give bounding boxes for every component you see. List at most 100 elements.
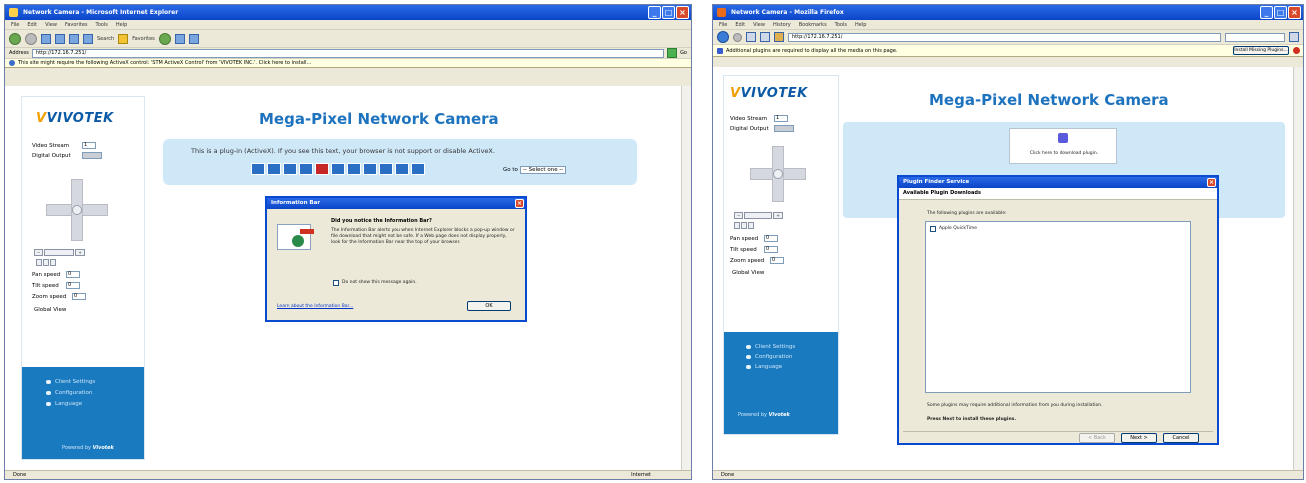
ff-menu-file[interactable]: File — [719, 20, 727, 29]
ff-language-link[interactable]: Language — [746, 364, 782, 370]
pause-icon[interactable] — [283, 163, 297, 175]
ff-forward-icon[interactable] — [733, 32, 742, 42]
pan-button[interactable] — [36, 259, 42, 266]
ff-pan-speed-select[interactable]: 0 — [764, 235, 778, 242]
go-label[interactable]: Go — [680, 50, 687, 56]
back-icon[interactable] — [9, 32, 21, 45]
ok-button[interactable]: OK — [467, 301, 511, 311]
tilt-speed-select[interactable]: 0 — [66, 282, 80, 289]
stop-button[interactable] — [43, 259, 49, 266]
menu-view[interactable]: View — [45, 20, 57, 29]
ff-vertical-scrollbar[interactable] — [1293, 67, 1303, 470]
stop-icon[interactable] — [41, 33, 51, 44]
ff-menu-view[interactable]: View — [753, 20, 765, 29]
talk-icon[interactable] — [363, 163, 377, 175]
snapshot-icon[interactable] — [251, 163, 265, 175]
ff-minimize-button[interactable]: _ — [1260, 6, 1273, 19]
ptz-home-button[interactable] — [72, 205, 82, 215]
ie-vertical-scrollbar[interactable] — [681, 86, 691, 470]
pan-speed-select[interactable]: 0 — [66, 271, 80, 278]
plugin-download-icon[interactable] — [1058, 133, 1068, 143]
ff-zoom-in-button[interactable]: + — [773, 212, 783, 219]
ptz-direction-pad[interactable] — [46, 179, 108, 241]
digital-output-toggle[interactable] — [82, 152, 102, 159]
close-button[interactable]: × — [676, 6, 689, 19]
ff-patrol-button[interactable] — [748, 222, 754, 229]
stop-icon[interactable] — [299, 163, 313, 175]
ff-digital-output-toggle[interactable] — [774, 125, 794, 132]
ff-stop-button[interactable] — [741, 222, 747, 229]
maximize-button[interactable]: □ — [662, 6, 675, 19]
ff-search-input[interactable] — [1225, 32, 1285, 42]
ff-stop-icon[interactable] — [760, 32, 770, 42]
information-bar[interactable]: This site might require the following Ac… — [5, 59, 691, 68]
ff-reload-icon[interactable] — [746, 32, 756, 42]
zoom-label-button[interactable] — [44, 249, 75, 256]
fullscreen-icon[interactable] — [395, 163, 409, 175]
dialog-close-button[interactable]: × — [515, 199, 524, 208]
forward-icon[interactable] — [25, 32, 37, 45]
search-label[interactable]: Search — [97, 36, 114, 42]
ff-global-view-link[interactable]: Global View — [732, 270, 764, 276]
client-settings-link[interactable]: Client Settings — [46, 379, 95, 385]
ff-zoom-label-button[interactable] — [744, 212, 773, 219]
menu-tools[interactable]: Tools — [96, 20, 108, 29]
ff-zoom-out-button[interactable]: − — [734, 212, 744, 219]
back-button[interactable]: < Back — [1079, 433, 1115, 443]
ff-menu-tools[interactable]: Tools — [835, 20, 847, 29]
menu-help[interactable]: Help — [116, 20, 127, 29]
go-icon[interactable] — [667, 48, 678, 58]
ff-close-button[interactable]: × — [1288, 6, 1301, 19]
ff-pan-button[interactable] — [734, 222, 740, 229]
patrol-button[interactable] — [50, 259, 56, 266]
goto-select[interactable]: -- Select one -- — [519, 166, 567, 174]
ff-configuration-link[interactable]: Configuration — [746, 354, 792, 360]
ff-menu-edit[interactable]: Edit — [735, 20, 745, 29]
learn-more-link[interactable]: Learn about the Information Bar... — [277, 304, 353, 309]
video-stream-select[interactable]: 1 — [82, 142, 96, 149]
ff-menu-bookmarks[interactable]: Bookmarks — [799, 20, 827, 29]
ff-ptz-direction-pad[interactable] — [750, 146, 806, 202]
apple-quicktime-checkbox[interactable] — [930, 226, 936, 232]
mute-icon[interactable] — [347, 163, 361, 175]
ff-zoom-speed-select[interactable]: 0 — [770, 257, 784, 264]
do-not-show-checkbox[interactable] — [333, 280, 339, 286]
ff-address-input[interactable]: http://172.16.7.251/ — [788, 32, 1221, 42]
favorites-icon[interactable] — [118, 33, 129, 44]
ff-video-stream-select[interactable]: 1 — [774, 115, 788, 122]
mail-icon[interactable] — [174, 33, 185, 44]
pfs-close-button[interactable]: × — [1207, 178, 1216, 187]
menu-file[interactable]: File — [11, 20, 19, 29]
zoom-out-button[interactable]: − — [34, 249, 44, 256]
next-button[interactable]: Next > — [1121, 433, 1157, 443]
ff-maximize-button[interactable]: □ — [1274, 6, 1287, 19]
language-link[interactable]: Language — [46, 401, 82, 407]
favorites-label[interactable]: Favorites — [132, 36, 155, 42]
download-plugin-box[interactable]: Click here to download plugin. — [1009, 128, 1117, 164]
print-icon[interactable] — [188, 33, 199, 44]
ff-ptz-home-button[interactable] — [773, 169, 783, 179]
zoom-icon[interactable] — [267, 163, 281, 175]
cancel-button[interactable]: Cancel — [1163, 433, 1199, 443]
ff-back-icon[interactable] — [717, 31, 729, 43]
global-view-link[interactable]: Global View — [34, 307, 66, 313]
refresh-icon[interactable] — [55, 33, 65, 44]
ff-tilt-speed-select[interactable]: 0 — [764, 246, 778, 253]
digital-zoom-icon[interactable] — [411, 163, 425, 175]
address-input[interactable]: http://172.16.7.251/ — [31, 48, 665, 58]
configuration-link[interactable]: Configuration — [46, 390, 92, 396]
volume-icon[interactable] — [331, 163, 345, 175]
history-icon[interactable] — [158, 32, 171, 45]
ff-home-icon[interactable] — [774, 32, 784, 42]
ff-menu-history[interactable]: History — [773, 20, 791, 29]
record-icon[interactable] — [315, 163, 329, 175]
ff-notice-close-icon[interactable] — [1293, 47, 1300, 54]
minimize-button[interactable]: _ — [648, 6, 661, 19]
menu-favorites[interactable]: Favorites — [65, 20, 88, 29]
search-icon[interactable] — [83, 33, 93, 44]
install-missing-plugins-button[interactable]: Install Missing Plugins... — [1233, 46, 1289, 55]
zoom-speed-select[interactable]: 0 — [72, 293, 86, 300]
information-bar-text[interactable]: This site might require the following Ac… — [18, 60, 311, 66]
ff-search-icon[interactable] — [1289, 32, 1299, 42]
mic-icon[interactable] — [379, 163, 393, 175]
